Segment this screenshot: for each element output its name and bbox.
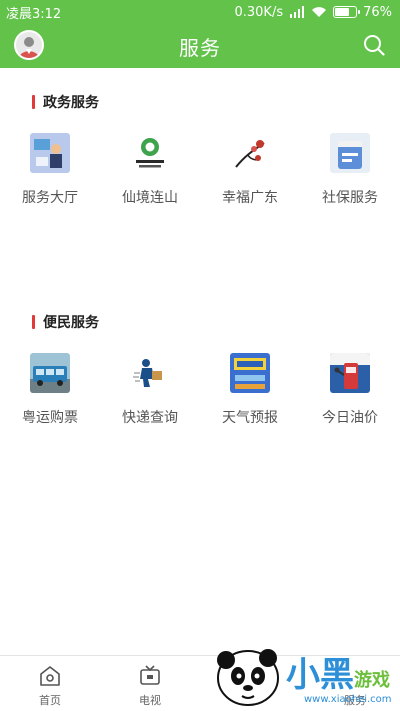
fuel-price-item[interactable]: 今日油价 [300,353,400,433]
home-icon [40,666,60,686]
item-label: 幸福广东 [222,190,278,206]
social-security-item[interactable]: 社保服务 [300,133,400,213]
tab-label: 电视 [139,694,161,707]
status-right: 0.30K/s 76% [234,5,392,20]
service-hall-icon [30,133,70,173]
battery-percent: 76% [363,4,392,20]
tab-home[interactable]: 首页 [0,656,100,711]
tab-tv[interactable]: 电视 [100,656,200,711]
status-time: 凌晨3:12 [6,6,62,22]
tab-label: 首页 [39,694,61,707]
convenience-services-grid: 粤运购票 快递查询 天气预报 今日油价 [0,353,400,433]
section-title-text: 政务服务 [43,95,99,111]
happy-guangdong-icon [230,133,270,173]
section-title-convenience: 便民服务 [32,312,99,332]
svg-text:游戏: 游戏 [354,669,390,691]
item-label: 粤运购票 [22,410,78,426]
item-label: 天气预报 [222,410,278,426]
wifi-icon [312,7,327,17]
section-marker [32,95,35,109]
item-label: 仙境连山 [122,190,178,206]
network-speed: 0.30K/s [234,4,284,20]
battery-fill [335,8,350,16]
bus-ticket-item[interactable]: 粤运购票 [0,353,100,433]
section-marker [32,315,35,329]
happy-guangdong-item[interactable]: 幸福广东 [200,133,300,213]
weather-icon [230,353,270,393]
item-label: 服务大厅 [22,190,78,206]
fuel-price-icon [330,353,370,393]
user-avatar-icon[interactable] [14,30,44,60]
social-security-icon [330,133,370,173]
battery-icon [333,6,361,18]
section-title-government: 政务服务 [32,92,99,112]
item-label: 今日油价 [322,410,378,426]
app-bar: 服务 [0,24,400,68]
courier-item[interactable]: 快递查询 [100,353,200,433]
lianshan-item[interactable]: 仙境连山 [100,133,200,213]
signal-icon [290,6,305,18]
item-label: 社保服务 [322,190,378,206]
government-services-grid: 服务大厅 仙境连山 幸福广东 社保服务 [0,133,400,213]
courier-icon [130,353,170,393]
section-title-text: 便民服务 [43,315,99,331]
svg-text:www.xiaohei.com: www.xiaohei.com [304,694,392,705]
item-label: 快递查询 [122,410,178,426]
status-bar: 凌晨3:12 0.30K/s 76% [0,0,400,24]
page-title: 服务 [179,35,221,60]
tv-icon [140,665,160,685]
lianshan-logo-icon [130,133,170,173]
watermark-logo: 小黑 游戏 www.xiaohei.com [217,649,392,706]
service-hall-item[interactable]: 服务大厅 [0,133,100,213]
search-icon[interactable] [362,33,386,57]
bus-ticket-icon [30,353,70,393]
weather-item[interactable]: 天气预报 [200,353,300,433]
svg-text:小黑: 小黑 [286,655,354,695]
